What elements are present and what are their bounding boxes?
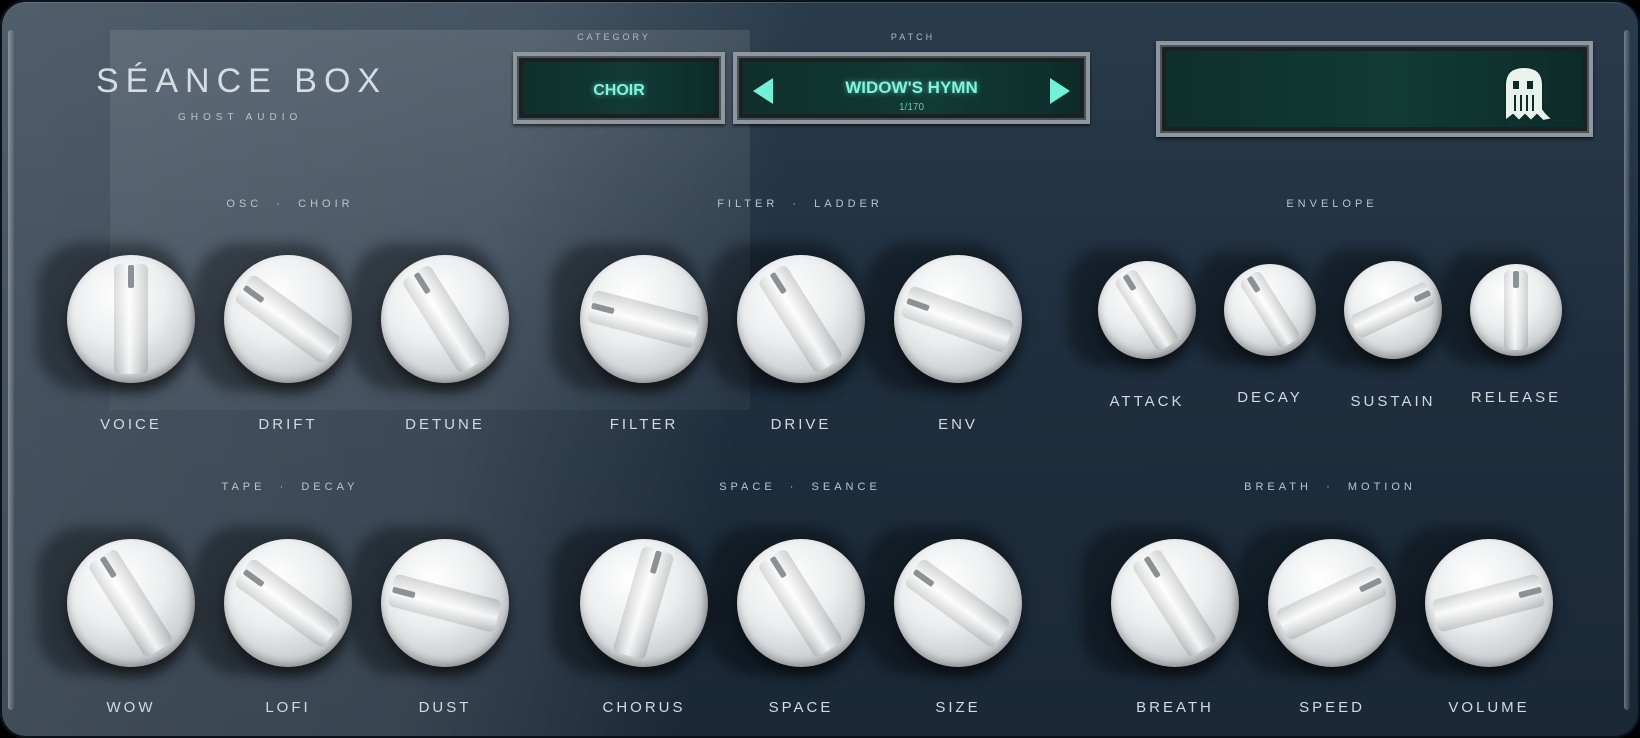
knob-label-detune: DETUNE	[405, 416, 485, 433]
knob-pointer	[99, 555, 118, 579]
knob-pointer	[1513, 271, 1519, 288]
knob-label-size: SIZE	[935, 699, 981, 716]
patch-name: WIDOW'S HYMN	[845, 78, 978, 97]
knob-pointer	[1413, 289, 1432, 303]
section-breath: BREATH · MOTION	[1244, 481, 1416, 493]
knob-env[interactable]	[894, 255, 1022, 383]
brand-subtitle: GHOST AUDIO	[178, 112, 303, 123]
knob-pointer	[1122, 273, 1137, 292]
knob-label-breath: BREATH	[1136, 699, 1214, 716]
knob-pointer	[1518, 586, 1542, 599]
knob-label-wow: WOW	[106, 699, 156, 716]
knob-label-release: RELEASE	[1470, 389, 1562, 406]
patch-label: PATCH	[890, 32, 936, 42]
category-selector[interactable]: CHOIR	[513, 52, 725, 124]
knob-pointer	[591, 302, 615, 315]
knob-pointer	[769, 271, 788, 295]
patch-display: WIDOW'S HYMN 1/170	[743, 62, 1080, 114]
knob-filter[interactable]	[580, 255, 708, 383]
knob-pointer	[242, 568, 265, 588]
knob-attack[interactable]	[1098, 261, 1196, 359]
knob-drive[interactable]	[737, 255, 865, 383]
section-envelope: ENVELOPE	[1286, 198, 1378, 210]
ghost-icon	[1504, 65, 1556, 123]
knob-pointer	[649, 550, 662, 575]
category-label: CATEGORY	[577, 32, 651, 42]
knob-label-filter: FILTER	[609, 416, 679, 433]
brand-title: SÉANCE BOX	[96, 62, 388, 100]
knob-label-voice: VOICE	[100, 416, 162, 433]
knob-wow[interactable]	[67, 539, 195, 667]
category-value: CHOIR	[593, 82, 645, 99]
knob-label-dust: DUST	[418, 699, 472, 716]
knob-chorus[interactable]	[580, 539, 708, 667]
knob-label-chorus: CHORUS	[602, 699, 686, 716]
knob-detune[interactable]	[381, 255, 509, 383]
knob-pointer	[1143, 555, 1162, 579]
knob-pointer-arm	[1470, 264, 1562, 356]
knob-label-env: ENV	[938, 416, 978, 433]
knob-label-volume: VOLUME	[1448, 699, 1530, 716]
visual-display-screen	[1166, 51, 1583, 127]
knob-release[interactable]	[1470, 264, 1562, 356]
knob-pointer	[128, 265, 134, 289]
knob-drift[interactable]	[224, 255, 352, 383]
category-display: CHOIR	[523, 62, 715, 114]
knob-sustain[interactable]	[1344, 261, 1442, 359]
knob-breath[interactable]	[1111, 539, 1239, 667]
knob-pointer	[1358, 577, 1382, 593]
section-filter: FILTER · LADDER	[717, 198, 883, 210]
knob-voice[interactable]	[67, 255, 195, 383]
knob-space[interactable]	[737, 539, 865, 667]
knob-pointer	[392, 586, 416, 599]
knob-size[interactable]	[894, 539, 1022, 667]
patch-selector[interactable]: WIDOW'S HYMN 1/170	[733, 52, 1090, 124]
knob-volume[interactable]	[1425, 539, 1553, 667]
knob-label-lofi: LOFI	[265, 699, 311, 716]
knob-pointer	[906, 297, 931, 312]
knob-decay[interactable]	[1224, 264, 1316, 356]
knob-dust[interactable]	[381, 539, 509, 667]
knob-pointer	[242, 284, 265, 304]
section-tape: TAPE · DECAY	[221, 481, 359, 493]
knob-pointer	[769, 555, 788, 579]
knob-lofi[interactable]	[224, 539, 352, 667]
knob-label-drift: DRIFT	[258, 416, 318, 433]
triangle-right-icon[interactable]	[1050, 78, 1070, 104]
patch-index: 1/170	[898, 102, 925, 113]
knob-label-drive: DRIVE	[770, 416, 832, 433]
knob-pointer	[413, 271, 432, 295]
knob-label-space: SPACE	[768, 699, 834, 716]
plugin-panel: SÉANCE BOX GHOST AUDIO CATEGORY CHOIR PA…	[0, 0, 1640, 738]
right-edge-highlight	[1624, 30, 1630, 710]
knob-pointer-arm	[67, 255, 195, 383]
knob-speed[interactable]	[1268, 539, 1396, 667]
knob-pointer	[912, 568, 935, 588]
knob-label-speed: SPEED	[1299, 699, 1365, 716]
left-edge-highlight	[8, 30, 14, 710]
knob-pointer	[1246, 275, 1261, 293]
section-osc: OSC · CHOIR	[226, 198, 354, 210]
section-space: SPACE · SEANCE	[719, 481, 881, 493]
visual-display	[1156, 41, 1593, 137]
